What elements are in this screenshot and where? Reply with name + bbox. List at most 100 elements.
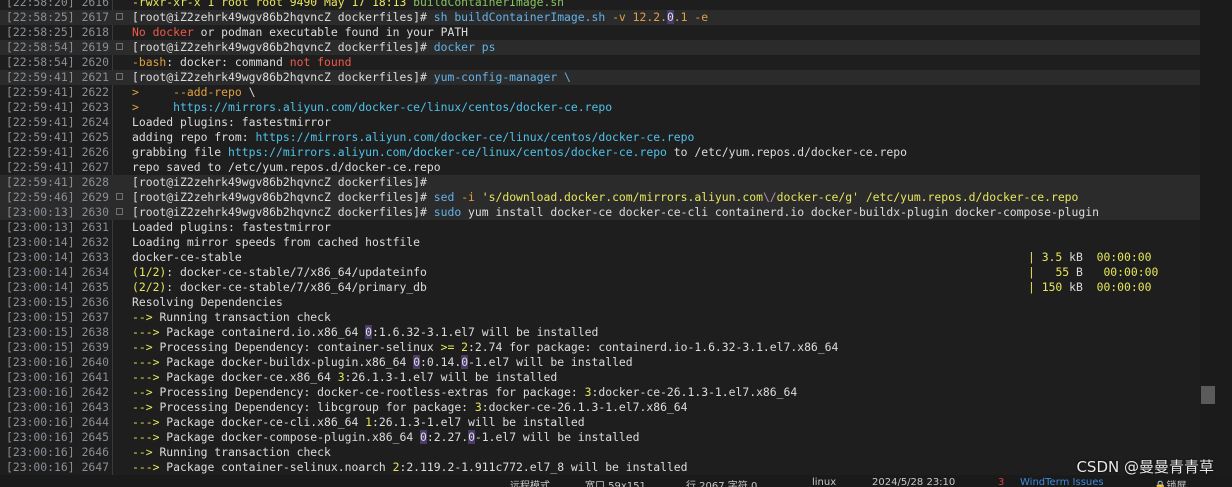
text-segment: sh buildContainerImage.sh [433, 10, 613, 24]
line-number: 2645 [81, 430, 109, 444]
scrollbar-thumb[interactable] [1201, 386, 1215, 404]
terminal-line: [23:00:14] 2633 docker-ce-stable | 3.5 kB 0… [0, 250, 1200, 265]
line-timestamp: [22:59:41] [6, 145, 75, 159]
line-timestamp: [22:58:25] [6, 25, 75, 39]
line-timestamp: [23:00:16] [6, 460, 75, 474]
text-segment: ---> [132, 460, 167, 474]
line-content: --> Processing Dependency: docker-ce-roo… [132, 385, 797, 400]
text-segment: --> [132, 385, 160, 399]
status-os[interactable]: linux [812, 477, 836, 487]
fold-toggle-icon[interactable] [116, 43, 123, 50]
text-segment: [root@iZ2zehrk49wgv86b2hqvncZ dockerfile… [132, 175, 427, 189]
text-segment: docker-ce-stable [132, 250, 242, 264]
line-timestamp: [23:00:16] [6, 400, 75, 414]
line-timestamp: [22:59:41] [6, 175, 75, 189]
text-segment: :26.1.3-1.el7 will be installed [344, 370, 558, 384]
line-number: 2644 [81, 415, 109, 429]
line-timestamp: [23:00:14] [6, 265, 75, 279]
line-timestamp: [23:00:16] [6, 370, 75, 384]
line-timestamp: [23:00:15] [6, 325, 75, 339]
line-number: 2631 [81, 220, 109, 234]
terminal-line: [22:59:41] 2628 [root@iZ2zehrk49wgv86b2hqv… [0, 175, 1200, 190]
status-mode[interactable]: 远程模式 [510, 477, 550, 487]
text-segment: (2/2) [132, 280, 167, 294]
line-timestamp: [23:00:15] [6, 310, 75, 324]
line-number: 2647 [81, 460, 109, 474]
terminal-line: [22:58:25] 2617 [root@iZ2zehrk49wgv86b2hqv… [0, 10, 1200, 25]
text-segment: -bash [132, 55, 167, 69]
text-segment: [root@iZ2zehrk49wgv86b2hqvncZ dockerfile… [132, 205, 434, 219]
fold-toggle-icon[interactable] [116, 208, 123, 215]
line-timestamp: [23:00:16] [6, 385, 75, 399]
line-number: 2636 [81, 295, 109, 309]
text-segment: (1/2) [132, 265, 167, 279]
terminal-line: [22:59:46] 2629 [root@iZ2zehrk49wgv86b2hqv… [0, 190, 1200, 205]
line-number: 2628 [81, 175, 109, 189]
text-segment: ---> [132, 325, 167, 339]
line-content: ---> Package container-selinux.noarch 2:… [132, 460, 688, 475]
text-segment: 's/download.docker.com/mirrors.aliyun.co… [481, 190, 763, 204]
text-segment: --> [132, 400, 160, 414]
stat-segment: 00:00:00 [1103, 265, 1159, 279]
terminal-line: [23:00:16] 2645 ---> Package docker-compos… [0, 430, 1200, 445]
terminal-output[interactable]: [22:58:20] 2616 -rwxr-xr-x 1 root root 949… [0, 0, 1200, 475]
text-segment: :26.1.3-1.el7 will be installed [372, 415, 585, 429]
line-content: --> Running transaction check [132, 310, 331, 325]
line-content: [root@iZ2zehrk49wgv86b2hqvncZ dockerfile… [132, 10, 708, 25]
line-number: 2646 [81, 445, 109, 459]
status-window-size[interactable]: 宽口 59x151 [585, 477, 646, 487]
line-timestamp: [22:59:41] [6, 85, 75, 99]
watermark: CSDN @曼曼青青草 [1076, 458, 1214, 476]
text-segment: Loaded plugins: fastestmirror [132, 220, 331, 234]
line-timestamp: [22:58:25] [6, 10, 75, 24]
line-number: 2629 [81, 190, 109, 204]
workspace-link[interactable]: WindTerm Issues [1020, 477, 1104, 487]
text-segment: to /etc/yum.repos.d/docker-ce.repo [666, 145, 907, 159]
text-segment: repo saved to /etc/yum.repos.d/docker-ce… [132, 160, 441, 174]
issue-count-badge[interactable]: 3 [998, 477, 1004, 487]
text-segment: ---> [132, 415, 167, 429]
fold-toggle-icon[interactable] [116, 13, 123, 20]
line-number: 2633 [81, 250, 109, 264]
stat-segment: 00:00:00 [1096, 280, 1152, 294]
text-segment: Loaded plugins: fastestmirror [132, 115, 331, 129]
fold-toggle-icon[interactable] [116, 193, 123, 200]
text-segment: 0 [666, 10, 674, 24]
line-content: [root@iZ2zehrk49wgv86b2hqvncZ dockerfile… [132, 40, 495, 55]
line-timestamp: [23:00:16] [6, 430, 75, 444]
text-segment: :docker-ce-26.1.3-1.el7.x86_64 [591, 385, 798, 399]
text-segment: Package docker-ce.x86_64 [166, 370, 338, 384]
text-segment: /etc/yum.repos.d/docker-ce.repo [865, 190, 1079, 204]
text-segment: : docker-ce-stable/7/x86_64/primary_db [166, 280, 427, 294]
line-content: (1/2): docker-ce-stable/7/x86_64/updatei… [132, 265, 427, 280]
terminal-line: [22:59:41] 2622 > --add-repo \ [0, 85, 1200, 100]
fold-toggle-icon[interactable] [116, 73, 123, 80]
text-segment: Package docker-ce-cli.x86_64 [166, 415, 366, 429]
text-segment: > [132, 100, 174, 114]
terminal-line: [22:59:41] 2626 grabbing file https://mirr… [0, 145, 1200, 160]
text-segment: Package container-selinux.noarch [166, 460, 393, 474]
text-segment: :docker-ce-26.1.3-1.el7.x86_64 [481, 400, 688, 414]
text-segment: Package docker-compose-plugin.x86_64 [166, 430, 421, 444]
line-number: 2638 [81, 325, 109, 339]
text-segment: > [132, 85, 174, 99]
text-segment: --> [132, 310, 160, 324]
line-content: adding repo from: https://mirrors.aliyun… [132, 130, 694, 145]
status-cursor-position[interactable]: 行 2067 字符 0 [686, 477, 757, 487]
text-segment: -i [461, 190, 482, 204]
line-timestamp: [23:00:15] [6, 340, 75, 354]
line-number: 2641 [81, 370, 109, 384]
terminal-line: [23:00:16] 2641 ---> Package docker-ce.x86… [0, 370, 1200, 385]
stat-segment: | [1028, 250, 1042, 264]
text-segment: Running transaction check [159, 310, 331, 324]
text-segment: --> [132, 445, 160, 459]
line-number: 2627 [81, 160, 109, 174]
lock-screen-button[interactable]: 🔒锁屏 [1154, 477, 1186, 487]
line-number: 2621 [81, 70, 109, 84]
line-number: 2639 [81, 340, 109, 354]
line-content: repo saved to /etc/yum.repos.d/docker-ce… [132, 160, 441, 175]
text-segment: :2.119.2-1.911c772.el7_8 will be install… [399, 460, 688, 474]
stat-segment: 55 [1055, 265, 1070, 279]
text-segment: sed [433, 190, 462, 204]
line-timestamp: [22:59:41] [6, 100, 75, 114]
